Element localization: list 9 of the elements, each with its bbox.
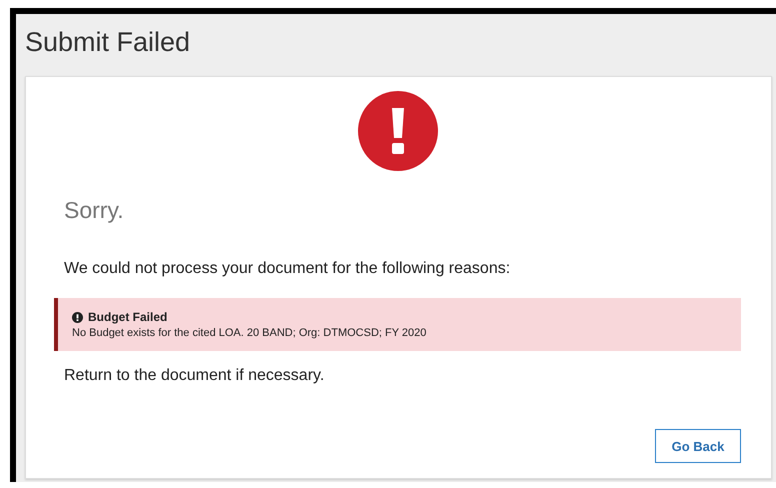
window-title: Submit Failed bbox=[25, 26, 192, 59]
go-back-button[interactable]: Go Back bbox=[655, 429, 741, 463]
error-message: We could not process your document for the following reasons: bbox=[64, 260, 512, 278]
alert-detail: No Budget exists for the cited LOA. 20 BAND; Org: DTMOCSD; FY 2020 bbox=[72, 327, 428, 339]
return-hint: Return to the document if necessary. bbox=[64, 367, 326, 385]
alert-title: Budget Failed bbox=[88, 310, 168, 324]
exclamation-icon bbox=[72, 312, 83, 322]
sorry-heading: Sorry. bbox=[64, 197, 125, 224]
exclamation-icon bbox=[358, 91, 438, 171]
